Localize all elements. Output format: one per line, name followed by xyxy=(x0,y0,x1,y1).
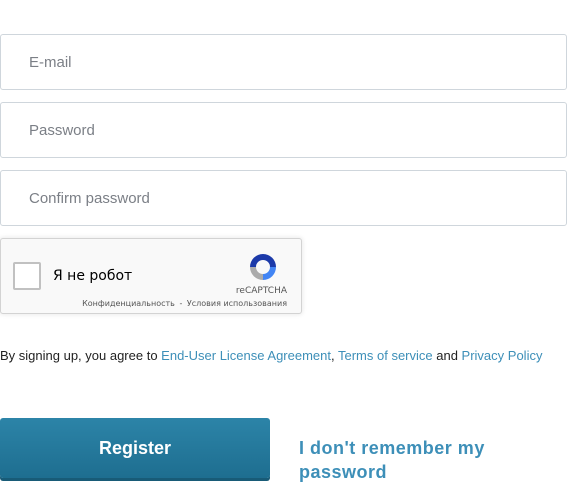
register-button[interactable]: Register xyxy=(0,418,270,478)
recaptcha-label: Я не робот xyxy=(53,268,133,284)
agreement-prefix: By signing up, you agree to xyxy=(0,348,162,363)
forgot-password-link[interactable]: I don't remember my password xyxy=(299,436,539,484)
recaptcha-privacy-link[interactable]: Конфиденциальность xyxy=(82,299,175,308)
email-field[interactable] xyxy=(1,35,566,89)
password-field[interactable] xyxy=(1,103,566,157)
recaptcha-widget: Я не робот reCAPTCHA Конфиденциальность … xyxy=(0,238,302,314)
confirm-password-field-wrapper xyxy=(0,170,567,226)
recaptcha-checkbox[interactable] xyxy=(13,262,41,290)
confirm-password-field[interactable] xyxy=(1,171,566,225)
recaptcha-logo-icon xyxy=(250,254,276,280)
agreement-comma: , xyxy=(330,348,338,363)
recaptcha-brand: reCAPTCHA xyxy=(235,286,287,296)
recaptcha-terms-link[interactable]: Условия использования xyxy=(187,299,287,308)
recaptcha-links: Конфиденциальность - Условия использован… xyxy=(82,299,287,308)
agreement-and: and xyxy=(432,348,462,363)
terms-of-service-link[interactable]: Terms of service xyxy=(338,348,433,363)
password-field-wrapper xyxy=(0,102,567,158)
agreement-text: By signing up, you agree to End-User Lic… xyxy=(0,346,570,366)
recaptcha-links-separator: - xyxy=(179,299,183,308)
privacy-policy-link[interactable]: Privacy Policy xyxy=(462,348,543,363)
eula-link[interactable]: End-User License Agreement xyxy=(161,348,331,363)
email-field-wrapper xyxy=(0,34,567,90)
